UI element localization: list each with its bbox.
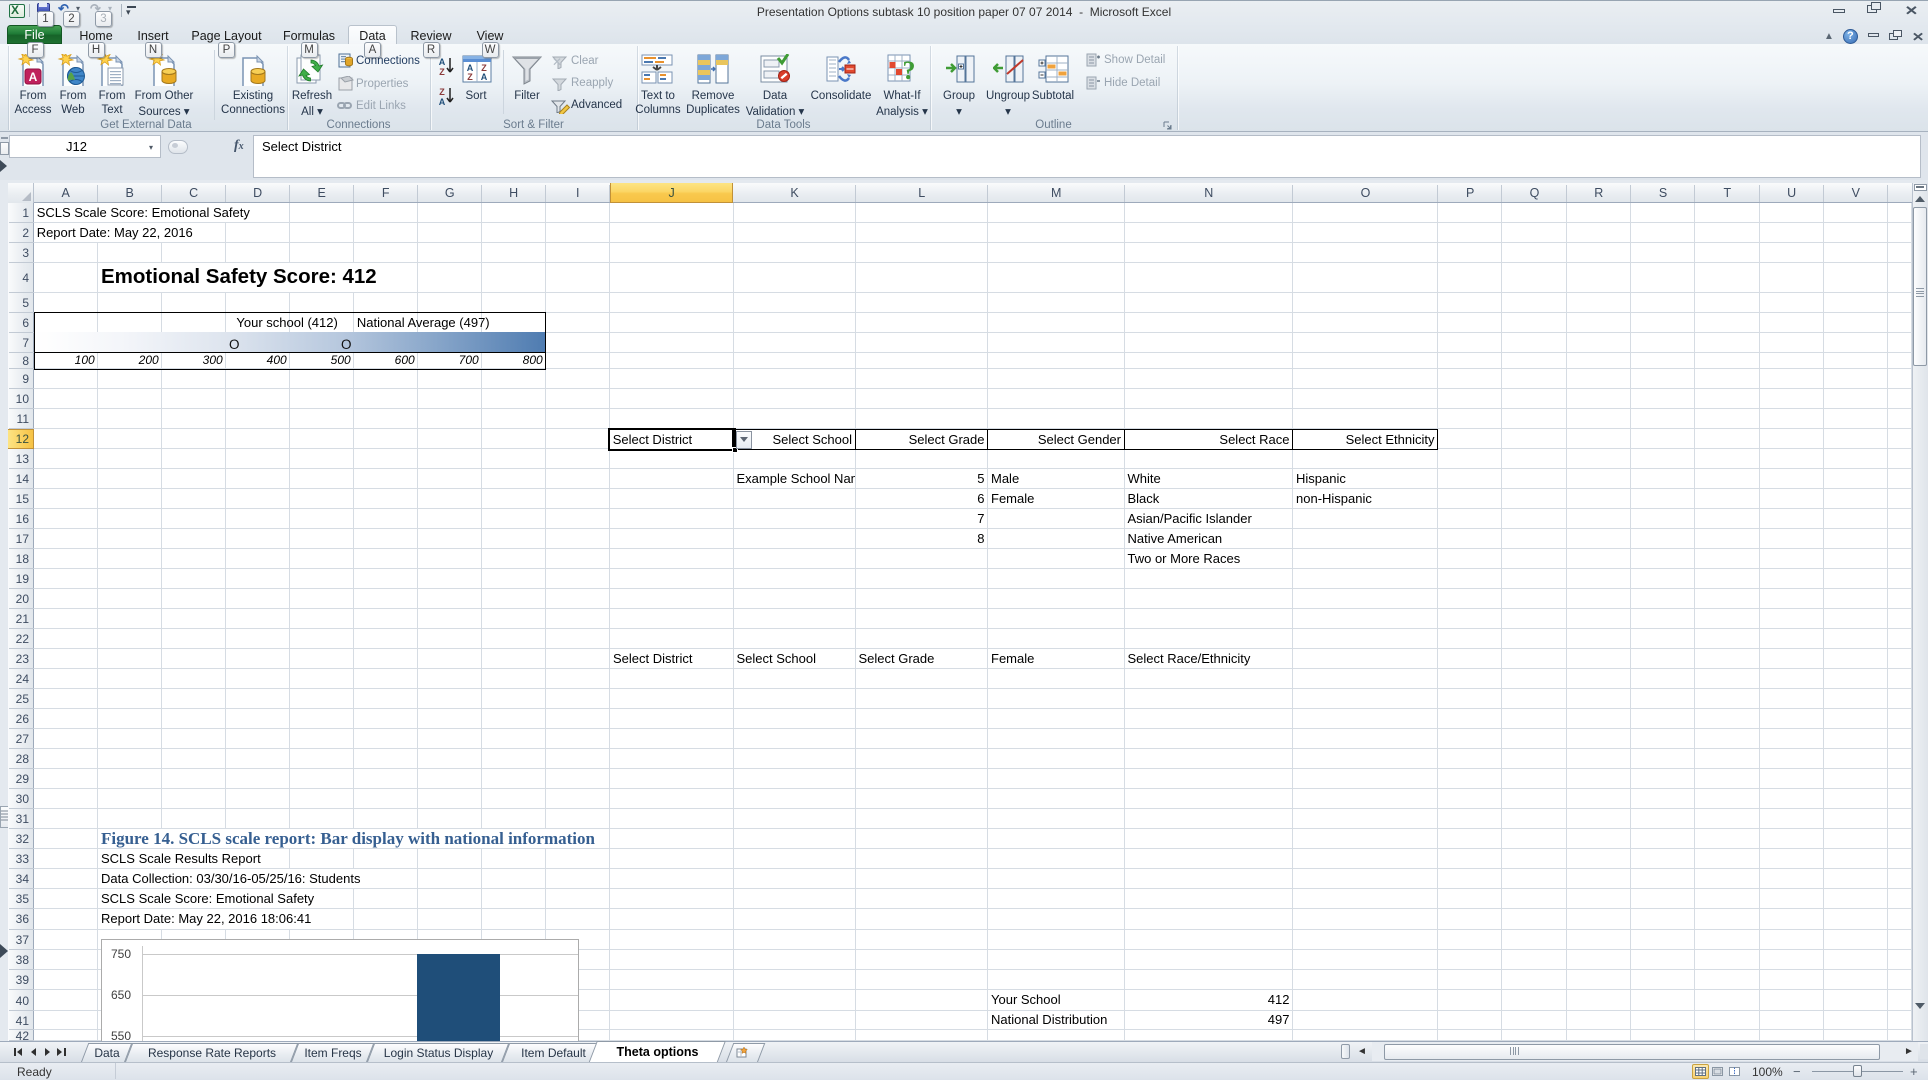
svg-text:?: ?	[903, 56, 916, 84]
svg-text:Z: Z	[439, 87, 445, 97]
svg-text:Z: Z	[467, 72, 473, 82]
svg-text:A: A	[29, 70, 38, 84]
svg-text:A: A	[439, 97, 446, 107]
svg-text:A: A	[481, 72, 488, 82]
svg-text:A: A	[439, 57, 446, 67]
svg-text:Z: Z	[439, 67, 445, 77]
